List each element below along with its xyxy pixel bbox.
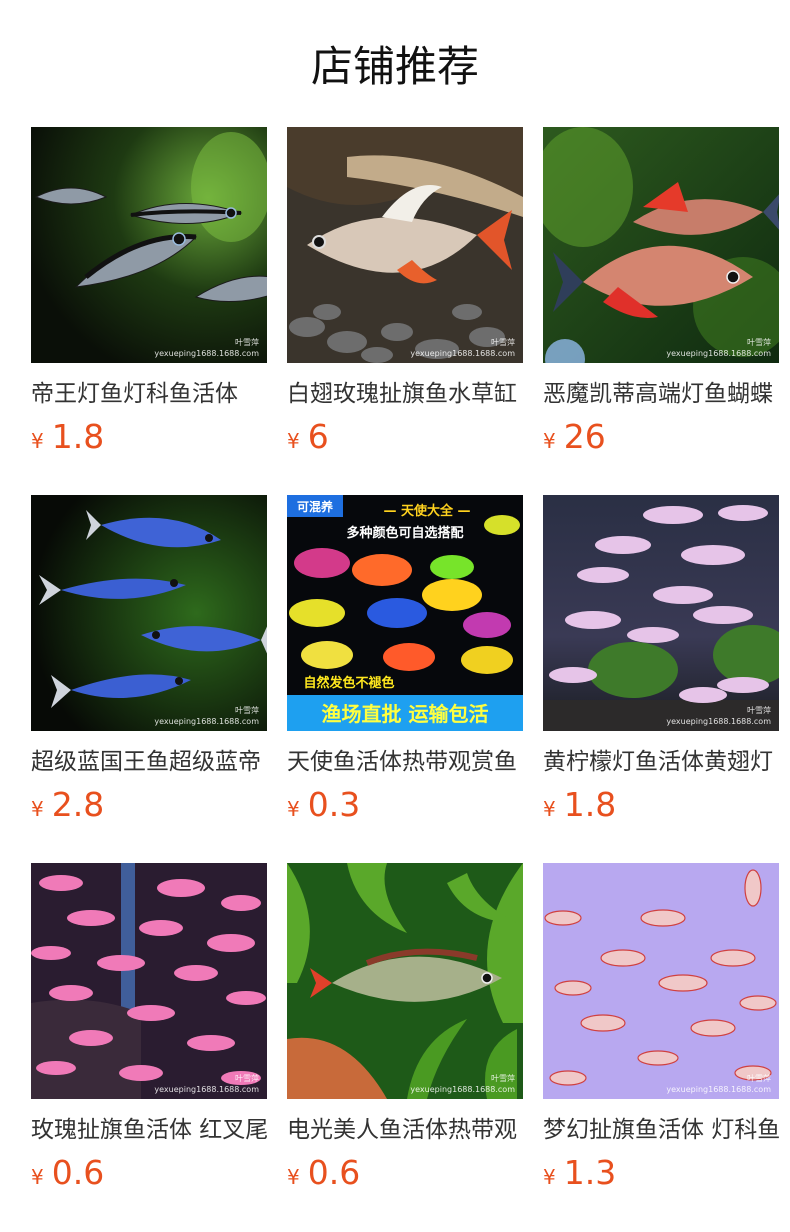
product-image[interactable]: 叶雪萍 yexueping1688.1688.com (287, 863, 523, 1099)
watermark-site: yexueping1688.1688.com (666, 1085, 771, 1094)
product-title[interactable]: 超级蓝国王鱼超级蓝帝 (31, 745, 267, 779)
rosy-tetra-school-photo (31, 863, 267, 1099)
price-value: 1.3 (563, 1153, 617, 1192)
currency-symbol: ¥ (543, 797, 556, 821)
product-price: ¥0.3 (287, 785, 360, 825)
price-value: 26 (563, 417, 606, 456)
product-title[interactable]: 玫瑰扯旗鱼活体 红叉尾 (31, 1113, 267, 1147)
price-value: 1.8 (51, 417, 105, 456)
price-value: 2.8 (51, 785, 105, 824)
watermark-name: 叶雪萍 (747, 706, 771, 715)
overlay-badge: 可混养 (297, 499, 333, 514)
price-value: 0.6 (307, 1153, 361, 1192)
overlay-subline: 多种颜色可自选搭配 (346, 525, 463, 541)
product-image[interactable]: 叶雪萍 yexueping1688.1688.com (31, 495, 267, 731)
product-title[interactable]: 黄柠檬灯鱼活体黄翅灯 (543, 745, 779, 779)
product-title[interactable]: 恶魔凯蒂高端灯鱼蝴蝶 (543, 377, 779, 411)
price-value: 0.3 (307, 785, 361, 824)
glofish-tetra-photo: 可混养 — 天使大全 — 多种颜色可自选搭配 自然发色不褪色 渔场直批 运输包活 (287, 495, 523, 731)
product-price: ¥0.6 (287, 1153, 360, 1193)
product-image[interactable]: 叶雪萍 yexueping1688.1688.com (287, 127, 523, 363)
price-value: 1.8 (563, 785, 617, 824)
watermark-site: yexueping1688.1688.com (666, 349, 771, 358)
product-image[interactable]: 叶雪萍 yexueping1688.1688.com (543, 127, 779, 363)
currency-symbol: ¥ (543, 1165, 556, 1189)
super-blue-emperor-photo (31, 495, 267, 731)
product-title[interactable]: 白翅玫瑰扯旗鱼水草缸 (287, 377, 523, 411)
currency-symbol: ¥ (287, 797, 300, 821)
rainbowfish-photo (287, 863, 523, 1099)
lemon-tetra-photo (543, 495, 779, 731)
product-card[interactable]: 叶雪萍 yexueping1688.1688.com 恶魔凯蒂高端灯鱼蝴蝶 ¥26 (543, 127, 779, 456)
product-card[interactable]: 叶雪萍 yexueping1688.1688.com 帝王灯鱼灯科鱼活体 ¥1.8 (31, 127, 267, 456)
product-title[interactable]: 天使鱼活体热带观赏鱼 (287, 745, 523, 779)
watermark-site: yexueping1688.1688.com (410, 349, 515, 358)
watermark-site: yexueping1688.1688.com (154, 1085, 259, 1094)
watermark-name: 叶雪萍 (747, 1074, 771, 1083)
product-title[interactable]: 梦幻扯旗鱼活体 灯科鱼 (543, 1113, 779, 1147)
overlay-headline: — 天使大全 — (383, 503, 470, 519)
product-card[interactable]: 叶雪萍 yexueping1688.1688.com 梦幻扯旗鱼活体 灯科鱼 ¥1… (543, 863, 779, 1192)
product-card[interactable]: 叶雪萍 yexueping1688.1688.com 玫瑰扯旗鱼活体 红叉尾 ¥0… (31, 863, 267, 1192)
currency-symbol: ¥ (31, 1165, 44, 1189)
product-price: ¥26 (543, 417, 606, 457)
currency-symbol: ¥ (287, 429, 300, 453)
overlay-banner: 渔场直批 运输包活 (322, 702, 489, 726)
product-image[interactable]: 叶雪萍 yexueping1688.1688.com (543, 495, 779, 731)
watermark-site: yexueping1688.1688.com (410, 1085, 515, 1094)
product-price: ¥1.8 (31, 417, 104, 457)
watermark-site: yexueping1688.1688.com (666, 717, 771, 726)
product-image[interactable]: 叶雪萍 yexueping1688.1688.com (31, 863, 267, 1099)
product-title[interactable]: 电光美人鱼活体热带观 (287, 1113, 523, 1147)
price-value: 0.6 (51, 1153, 105, 1192)
emperor-tetra-photo (31, 127, 267, 363)
product-price: ¥1.8 (543, 785, 616, 825)
product-card[interactable]: 叶雪萍 yexueping1688.1688.com 白翅玫瑰扯旗鱼水草缸 ¥6 (287, 127, 523, 456)
product-card[interactable]: 可混养 — 天使大全 — 多种颜色可自选搭配 自然发色不褪色 渔场直批 运输包活… (287, 495, 523, 824)
watermark-name: 叶雪萍 (235, 706, 259, 715)
currency-symbol: ¥ (31, 797, 44, 821)
product-grid: 叶雪萍 yexueping1688.1688.com 帝王灯鱼灯科鱼活体 ¥1.8 (31, 127, 779, 1192)
watermark-name: 叶雪萍 (747, 338, 771, 347)
overlay-caption: 自然发色不褪色 (303, 675, 394, 691)
product-price: ¥2.8 (31, 785, 104, 825)
product-image[interactable]: 叶雪萍 yexueping1688.1688.com (31, 127, 267, 363)
watermark-site: yexueping1688.1688.com (154, 717, 259, 726)
watermark-site: yexueping1688.1688.com (154, 349, 259, 358)
currency-symbol: ¥ (31, 429, 44, 453)
devil-tetra-photo (543, 127, 779, 363)
white-fin-rosy-tetra-photo (287, 127, 523, 363)
fantasy-tetra-photo (543, 863, 779, 1099)
currency-symbol: ¥ (543, 429, 556, 453)
product-image[interactable]: 叶雪萍 yexueping1688.1688.com (543, 863, 779, 1099)
watermark-name: 叶雪萍 (235, 1074, 259, 1083)
price-value: 6 (307, 417, 329, 456)
product-card[interactable]: 叶雪萍 yexueping1688.1688.com 黄柠檬灯鱼活体黄翅灯 ¥1.… (543, 495, 779, 824)
product-price: ¥6 (287, 417, 329, 457)
product-card[interactable]: 叶雪萍 yexueping1688.1688.com 电光美人鱼活体热带观 ¥0.… (287, 863, 523, 1192)
watermark-name: 叶雪萍 (235, 338, 259, 347)
product-card[interactable]: 叶雪萍 yexueping1688.1688.com 超级蓝国王鱼超级蓝帝 ¥2.… (31, 495, 267, 824)
product-price: ¥1.3 (543, 1153, 616, 1193)
product-title[interactable]: 帝王灯鱼灯科鱼活体 (31, 377, 267, 411)
currency-symbol: ¥ (287, 1165, 300, 1189)
product-price: ¥0.6 (31, 1153, 104, 1193)
watermark-name: 叶雪萍 (491, 338, 515, 347)
watermark-name: 叶雪萍 (491, 1074, 515, 1083)
section-title: 店铺推荐 (310, 42, 479, 91)
product-image[interactable]: 可混养 — 天使大全 — 多种颜色可自选搭配 自然发色不褪色 渔场直批 运输包活 (287, 495, 523, 731)
